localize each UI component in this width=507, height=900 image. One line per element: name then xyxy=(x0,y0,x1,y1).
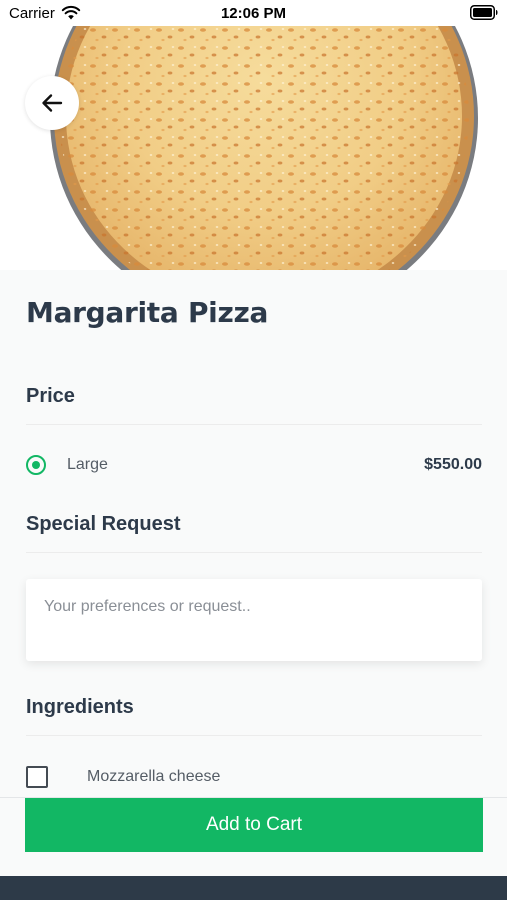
add-to-cart-button[interactable]: Add to Cart xyxy=(25,798,483,852)
ingredient-checkbox[interactable] xyxy=(26,766,48,788)
footer-bar xyxy=(0,876,507,900)
product-hero xyxy=(0,26,507,270)
ingredient-label: Mozzarella cheese xyxy=(87,768,221,785)
product-details: Margarita Pizza Price Large $550.00 Spec… xyxy=(0,270,507,800)
special-request-input[interactable] xyxy=(26,579,482,661)
special-request-divider xyxy=(26,552,482,553)
price-option-row[interactable]: Large $550.00 xyxy=(26,450,482,480)
product-title: Margarita Pizza xyxy=(26,296,269,329)
bottom-action-panel: Add to Cart xyxy=(0,797,507,876)
back-button[interactable] xyxy=(25,76,79,130)
price-option-size: Large xyxy=(67,456,108,473)
status-bar: Carrier 12:06 PM xyxy=(0,0,507,26)
ingredients-heading: Ingredients xyxy=(26,696,134,718)
ingredients-divider xyxy=(26,735,482,736)
price-heading: Price xyxy=(26,385,75,407)
price-option-amount: $550.00 xyxy=(424,456,482,473)
ingredient-item[interactable]: Mozzarella cheese xyxy=(26,766,482,792)
special-request-heading: Special Request xyxy=(26,513,181,535)
radio-dot xyxy=(31,460,40,469)
product-detail-screen: Carrier 12:06 PM Margarita Pizza Price L… xyxy=(0,0,507,900)
price-divider xyxy=(26,424,482,425)
arrow-left-icon xyxy=(42,94,63,112)
size-radio-selected[interactable] xyxy=(26,455,46,475)
pizza-image xyxy=(0,26,507,270)
battery-full-icon xyxy=(470,5,498,20)
status-time: 12:06 PM xyxy=(220,5,287,22)
